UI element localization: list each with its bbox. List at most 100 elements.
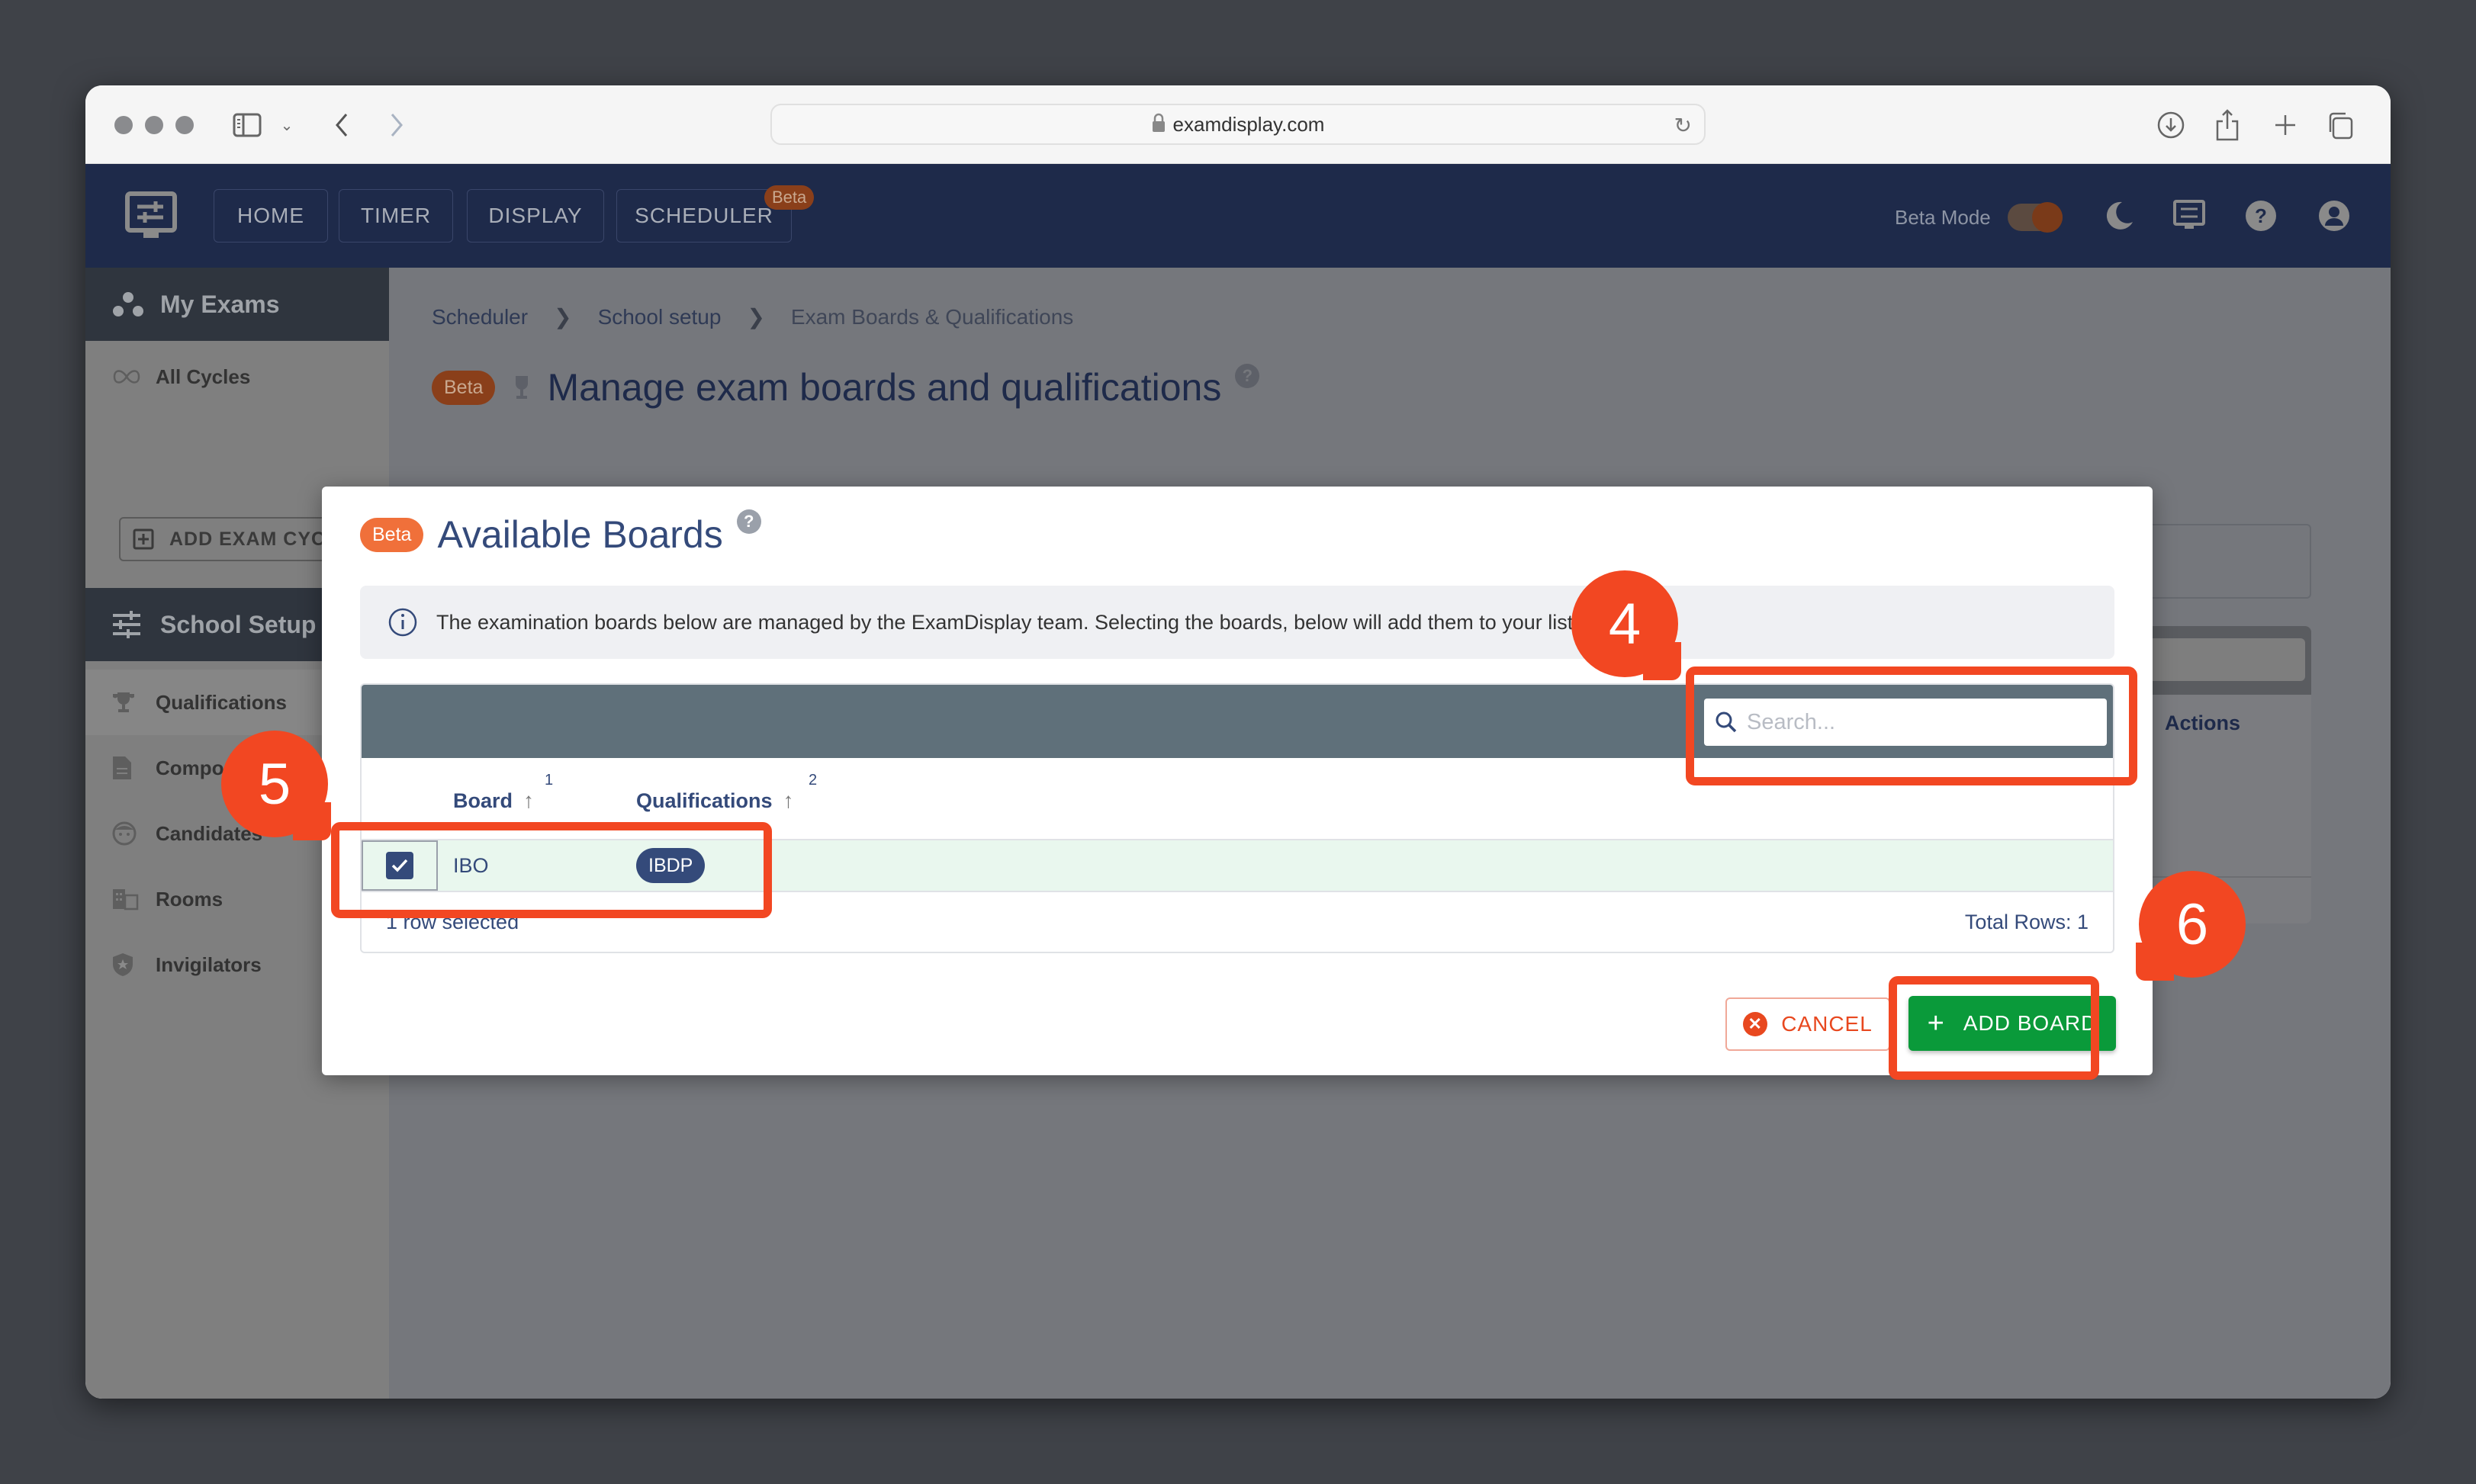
beta-mode-toggle[interactable] (2008, 202, 2063, 233)
sidebar-item-all-cycles[interactable]: All Cycles (85, 344, 389, 410)
sort-ascending-icon[interactable]: ↑ (523, 789, 534, 813)
grid-footer: 1 row selected Total Rows: 1 (362, 892, 2113, 952)
cancel-label: CANCEL (1781, 1012, 1873, 1036)
back-icon[interactable] (326, 108, 357, 142)
board-header-label: Board (453, 789, 513, 812)
add-box-icon (133, 528, 154, 550)
user-account-icon[interactable] (2317, 199, 2351, 233)
search-field[interactable] (1704, 699, 2107, 746)
dark-mode-moon-icon[interactable] (2102, 199, 2136, 233)
step-number: 4 (1608, 591, 1642, 657)
sort-index: 1 (545, 772, 554, 789)
breadcrumb-current: Exam Boards & Qualifications (790, 304, 1074, 329)
dialog-heading: Available Boards (437, 513, 723, 556)
close-window-button[interactable] (114, 116, 133, 134)
scheduler-beta-badge: Beta (764, 185, 815, 210)
total-rows: Total Rows: 1 (1964, 911, 2089, 933)
my-exams-label: My Exams (160, 290, 280, 318)
building-icon (111, 888, 142, 911)
add-exam-cycle-button[interactable]: ADD EXAM CYCLE (119, 517, 355, 561)
dialog-title: Beta Available Boards ? (360, 509, 761, 557)
nav-display[interactable]: DISPLAY (467, 189, 604, 243)
nav-home-label: HOME (237, 204, 304, 227)
help-icon[interactable]: ? (2244, 199, 2278, 233)
help-icon[interactable]: ? (1235, 364, 1260, 388)
url-text: examdisplay.com (1172, 112, 1325, 136)
nav-home[interactable]: HOME (214, 189, 328, 243)
reload-icon[interactable]: ↻ (1674, 113, 1692, 138)
nav-timer[interactable]: TIMER (339, 189, 453, 243)
toggle-knob (2032, 202, 2063, 233)
search-input[interactable] (1747, 709, 2082, 735)
infinity-icon (111, 369, 142, 384)
nav-timer-label: TIMER (360, 204, 432, 227)
browser-window: ⌄ examdisplay.com ↻ HOME TIMER DISPLAY S… (85, 85, 2391, 1399)
notice-text: The examination boards below are managed… (436, 610, 1579, 634)
browser-toolbar: ⌄ examdisplay.com ↻ (85, 85, 2391, 164)
step-5-callout: 5 (221, 731, 331, 840)
column-header-board[interactable]: Board ↑ 1 (453, 772, 553, 813)
selected-count: 1 row selected (386, 911, 519, 933)
document-icon (111, 755, 142, 781)
shield-star-icon (111, 952, 142, 978)
chevron-down-icon[interactable]: ⌄ (278, 108, 296, 142)
window-controls (114, 116, 194, 134)
search-icon (1715, 711, 1738, 734)
maximize-window-button[interactable] (175, 116, 194, 134)
add-board-button[interactable]: + ADD BOARD (1908, 996, 2116, 1051)
page-beta-badge: Beta (432, 370, 496, 405)
forward-icon[interactable] (381, 108, 412, 142)
step-number: 6 (2175, 891, 2209, 957)
actions-column-header: Actions (2165, 711, 2241, 734)
available-boards-dialog: Beta Available Boards ? The examination … (322, 487, 2153, 1075)
plus-icon: + (1927, 1007, 1945, 1039)
qualifications-header-label: Qualifications (636, 789, 773, 812)
step-number: 5 (258, 751, 291, 817)
school-setup-label: School Setup (160, 610, 317, 638)
row-select-cell[interactable] (362, 840, 438, 891)
all-cycles-label: All Cycles (156, 365, 251, 388)
sort-ascending-icon[interactable]: ↑ (783, 789, 794, 813)
address-bar[interactable]: examdisplay.com ↻ (770, 104, 1706, 145)
minimize-window-button[interactable] (145, 116, 163, 134)
add-board-label: ADD BOARD (1963, 1011, 2098, 1035)
board-cell: IBO (453, 854, 489, 877)
column-header-qualifications[interactable]: Qualifications ↑ 2 (636, 772, 817, 813)
face-icon (111, 821, 142, 846)
help-icon[interactable]: ? (736, 509, 761, 534)
breadcrumb-separator-icon: ❯ (747, 305, 765, 329)
new-tab-icon[interactable] (2269, 108, 2302, 142)
app-logo-icon[interactable] (125, 191, 177, 242)
grid-header-row: Board ↑ 1 Qualifications ↑ 2 (362, 758, 2113, 840)
breadcrumb-school-setup[interactable]: School setup (598, 305, 722, 329)
sort-index: 2 (809, 772, 818, 789)
sidebar-section-my-exams[interactable]: My Exams (85, 268, 389, 341)
breadcrumb-scheduler[interactable]: Scheduler (432, 305, 528, 329)
dialog-notice: The examination boards below are managed… (360, 586, 2114, 659)
beta-mode-label: Beta Mode (1895, 206, 1991, 229)
share-icon[interactable] (2211, 108, 2244, 142)
cancel-button[interactable]: ✕ CANCEL (1725, 997, 1890, 1051)
download-icon[interactable] (2154, 108, 2188, 142)
trophy-icon (111, 691, 142, 714)
invigilators-label: Invigilators (156, 952, 262, 976)
page-heading: Manage exam boards and qualifications (547, 366, 1222, 409)
qualification-chip: IBDP (636, 848, 706, 883)
boards-grid: Board ↑ 1 Qualifications ↑ 2 IBO IBDP (360, 683, 2114, 953)
nav-display-label: DISPLAY (488, 204, 583, 227)
row-checkbox[interactable] (386, 852, 413, 879)
table-row[interactable]: IBO IBDP (362, 840, 2113, 892)
trophy-icon (510, 374, 533, 400)
lock-icon (1152, 113, 1166, 137)
rooms-label: Rooms (156, 887, 223, 911)
exams-dots-icon (111, 291, 145, 317)
tabs-overview-icon[interactable] (2323, 108, 2357, 142)
page-title: Beta Manage exam boards and qualificatio… (432, 364, 1260, 410)
dialog-beta-badge: Beta (360, 517, 424, 552)
svg-text:?: ? (2255, 204, 2267, 227)
nav-scheduler-label: SCHEDULER (635, 204, 773, 227)
check-icon (391, 859, 408, 872)
qualifications-label: Qualifications (156, 690, 287, 714)
display-settings-icon[interactable] (2172, 199, 2206, 233)
sidebar-icon[interactable] (230, 108, 264, 142)
